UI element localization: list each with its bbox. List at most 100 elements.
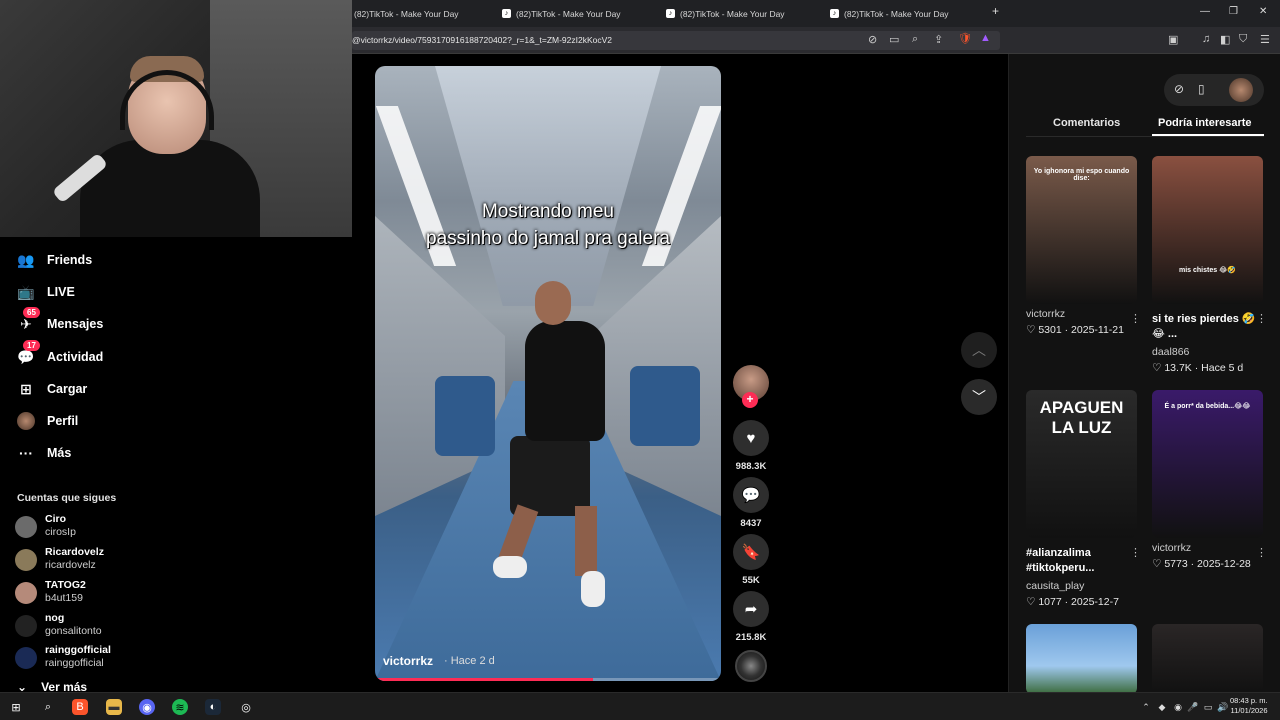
share-arrow-icon: ➦ — [733, 591, 769, 627]
music-disc-icon[interactable] — [735, 650, 767, 682]
more-options-icon[interactable]: ⋮ — [1130, 546, 1141, 559]
sidebar-item-perfil[interactable]: Perfil — [17, 409, 78, 433]
windows-start-icon[interactable]: ⊞ — [8, 699, 24, 715]
close-button[interactable]: ✕ — [1259, 6, 1267, 17]
comment-count: 8437 — [740, 518, 762, 529]
browser-tab[interactable]: (82)TikTok - Make Your Day — [354, 0, 459, 27]
url-field[interactable]: @victorrkz/video/7593170916188720402?_r=… — [352, 31, 1000, 50]
avatar — [15, 615, 37, 637]
tab-title: (82)TikTok - Make Your Day — [680, 8, 785, 19]
menu-icon[interactable]: ☰ — [1260, 33, 1270, 46]
video-progress-bar[interactable] — [375, 678, 721, 681]
music-icon[interactable]: ♫ — [1202, 33, 1210, 45]
cast-icon[interactable]: ▭ — [889, 33, 899, 46]
sidebar-item-actividad[interactable]: 💬 17 Actividad — [17, 340, 103, 369]
steam-icon[interactable]: ◐ — [205, 699, 221, 715]
tray-icon[interactable]: ◆ — [1154, 699, 1170, 715]
avatar — [15, 516, 37, 538]
tray-icon[interactable]: ◉ — [1170, 699, 1186, 715]
save-button[interactable]: 🔖 55K — [733, 534, 769, 586]
tray-chevron-icon[interactable]: ⌃ — [1138, 699, 1154, 715]
new-tab-button[interactable]: + — [992, 4, 999, 18]
caption-line: passinho do jamal pra galera — [426, 228, 670, 249]
rewards-icon[interactable]: ▲ — [980, 32, 991, 44]
more-options-icon[interactable]: ⋮ — [1256, 546, 1267, 559]
video-player[interactable]: Mostrando meu passinho do jamal pra gale… — [375, 66, 721, 681]
card-author[interactable]: causita_play — [1026, 580, 1137, 592]
video-author[interactable]: victorrkz — [383, 654, 433, 668]
compass-icon[interactable]: ⊘ — [1174, 82, 1184, 96]
restore-button[interactable]: ❐ — [1229, 6, 1238, 17]
browser-tab[interactable]: ♪ (82)TikTok - Make Your Day — [666, 0, 785, 27]
user-avatar[interactable] — [1229, 78, 1253, 102]
video-caption: Mostrando meu passinho do jamal pra gale… — [375, 198, 721, 252]
like-button[interactable]: ♥ 988.3K — [733, 420, 769, 472]
card-date: 2025-12-28 — [1197, 558, 1251, 570]
tracking-icon[interactable]: ⊘ — [868, 33, 877, 46]
sidebar-toggle-icon[interactable]: ▣ — [1168, 33, 1178, 46]
comment-button[interactable]: 💬 8437 — [733, 477, 769, 529]
video-thumbnail[interactable] — [1026, 624, 1137, 694]
zoom-icon[interactable]: ⌕ — [912, 33, 918, 46]
panel-icon[interactable]: ◧ — [1220, 33, 1230, 46]
share-button[interactable]: ➦ 215.8K — [733, 591, 769, 643]
vpn-icon[interactable]: ⛉ — [1239, 33, 1247, 46]
suggested-video-card[interactable]: mis chistes 😂🤣 si te ries pierdes 🤣 😂 ...… — [1152, 156, 1267, 374]
spotify-icon[interactable]: ≋ — [172, 699, 188, 715]
sidebar-item-ms[interactable]: ··· Más — [17, 441, 71, 465]
browser-tab[interactable]: ♪ (82)TikTok - Make Your Day — [502, 0, 621, 27]
obs-icon[interactable]: ◎ — [238, 699, 254, 715]
card-author[interactable]: victorrkz — [1026, 308, 1137, 320]
share-icon[interactable]: ⇪ — [934, 33, 943, 46]
system-clock[interactable]: 08:43 p. m. 11/01/2026 — [1230, 696, 1268, 716]
search-icon[interactable]: ⌕ — [40, 699, 56, 715]
phone-icon[interactable]: ▯ — [1198, 82, 1205, 96]
microphone-icon[interactable]: 🎤 — [1185, 699, 1201, 715]
file-explorer-icon[interactable]: ▬ — [106, 699, 122, 715]
sidebar-item-label: Cargar — [47, 382, 88, 396]
browser-tab[interactable]: ♪ (82)TikTok - Make Your Day — [830, 0, 949, 27]
volume-icon[interactable]: 🔊 — [1215, 699, 1231, 715]
follow-plus-icon[interactable]: + — [742, 392, 758, 408]
card-likes: 1077 — [1038, 596, 1062, 608]
video-thumbnail[interactable]: Yo ighonora mi espo cuando dise: — [1026, 156, 1137, 304]
sidebar-item-mensajes[interactable]: ✈ 65 Mensajes — [17, 307, 103, 336]
suggested-video-card[interactable] — [1152, 624, 1263, 694]
card-likes: 5773 — [1164, 558, 1188, 570]
thumbnail-text: É a porr* da bebida...😂😂 — [1164, 403, 1251, 410]
sidebar-item-live[interactable]: 📺 LIVE — [17, 280, 75, 304]
brave-shield-icon[interactable]: 🛡 — [958, 32, 972, 45]
more-options-icon[interactable]: ⋮ — [1130, 312, 1141, 325]
thumbnail-text: mis chistes 😂🤣 — [1179, 267, 1236, 274]
suggested-video-card[interactable]: APAGUEN LA LUZ #alianzalima #tiktokperu..… — [1026, 390, 1141, 608]
brave-browser-icon[interactable]: B — [72, 699, 88, 715]
discord-icon[interactable]: ◉ — [139, 699, 155, 715]
profile-avatar — [17, 412, 35, 430]
video-thumbnail[interactable]: É a porr* da bebida...😂😂 — [1152, 390, 1263, 538]
following-title: Cuentas que sigues — [17, 492, 117, 504]
share-count: 215.8K — [735, 632, 767, 643]
suggested-video-card[interactable] — [1026, 624, 1137, 694]
tiktok-icon: ♪ — [666, 9, 675, 18]
like-count: 988.3K — [735, 461, 767, 472]
next-video-button[interactable]: ﹀ — [961, 379, 997, 415]
suggested-video-card[interactable]: Yo ighonora mi espo cuando dise: victorrk… — [1026, 156, 1141, 336]
sidebar-item-friends[interactable]: 👥 Friends — [17, 248, 92, 272]
card-stats: ♡ 5773 · 2025-12-28 — [1152, 558, 1251, 570]
webcam-overlay — [0, 0, 352, 237]
video-thumbnail[interactable] — [1152, 624, 1263, 694]
tab-comments[interactable]: Comentarios — [1053, 117, 1120, 129]
tab-suggested[interactable]: Podría interesarte — [1158, 117, 1252, 129]
card-stats: ♡ 1077 · 2025-12-7 — [1026, 596, 1119, 608]
sidebar-item-cargar[interactable]: ⊞ Cargar — [17, 377, 87, 401]
video-thumbnail[interactable]: mis chistes 😂🤣 — [1152, 156, 1263, 304]
live-icon: 📺 — [17, 283, 35, 300]
card-author[interactable]: daal866 — [1152, 346, 1263, 358]
more-options-icon[interactable]: ⋮ — [1256, 312, 1267, 325]
network-icon[interactable]: ▭ — [1200, 699, 1216, 715]
previous-video-button[interactable]: ︿ — [961, 332, 997, 368]
suggested-video-card[interactable]: É a porr* da bebida...😂😂 victorrkz ♡ 5773 … — [1152, 390, 1267, 570]
card-author[interactable]: victorrkz — [1152, 542, 1263, 554]
video-thumbnail[interactable]: APAGUEN LA LUZ — [1026, 390, 1137, 538]
minimize-button[interactable]: — — [1200, 6, 1210, 17]
